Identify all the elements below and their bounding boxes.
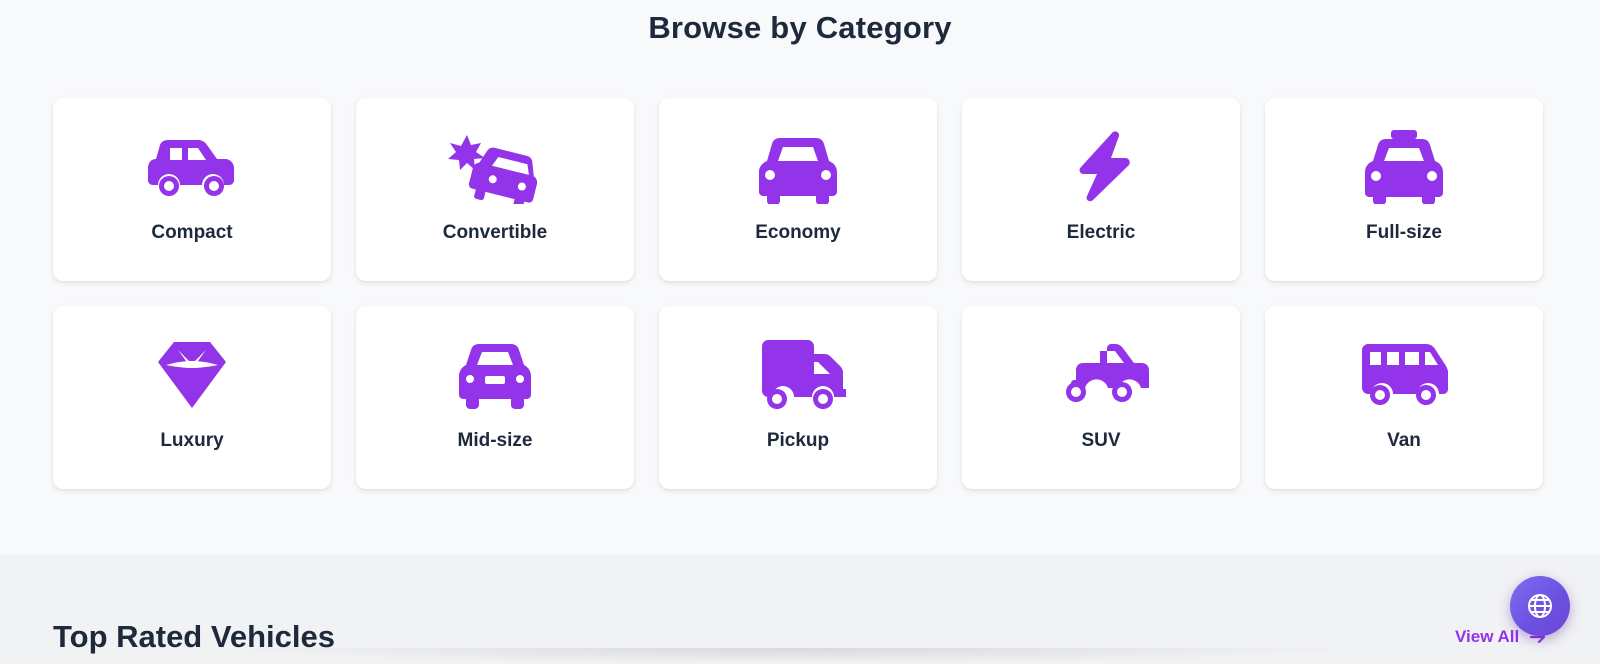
globe-icon [1528,594,1552,618]
category-label: Full-size [1365,222,1442,243]
category-label: Compact [151,222,233,243]
category-grid: Compact Convertible Economy Electric Ful… [53,98,1543,489]
category-label: Mid-size [457,430,533,451]
category-label: Economy [755,222,841,243]
category-card-luxury[interactable]: Luxury [53,306,331,489]
category-label: Van [1387,430,1421,451]
category-label: Luxury [160,430,224,451]
category-card-full-size[interactable]: Full-size [1265,98,1543,281]
view-all-label: View All [1455,627,1520,646]
category-card-convertible[interactable]: Convertible [356,98,634,281]
category-card-suv[interactable]: SUV [962,306,1240,489]
van-shuttle-icon [1265,338,1543,412]
category-card-pickup[interactable]: Pickup [659,306,937,489]
category-label: Convertible [442,222,548,243]
taxi-icon [1265,130,1543,204]
category-card-mid-size[interactable]: Mid-size [356,306,634,489]
category-card-economy[interactable]: Economy [659,98,937,281]
bolt-icon [962,130,1240,204]
category-label: SUV [1081,430,1121,451]
truck-icon [659,338,937,412]
car-side-icon [53,130,331,204]
car-crash-icon [356,130,634,204]
car-icon [659,130,937,204]
section-title: Browse by Category [648,10,952,45]
category-card-electric[interactable]: Electric [962,98,1240,281]
browse-by-category-section: Browse by Category Compact Convertible E… [0,0,1600,554]
truck-pickup-icon [962,338,1240,412]
card-shadow-edge [210,648,1370,664]
language-button[interactable] [1510,576,1570,636]
gem-icon [53,338,331,412]
category-card-van[interactable]: Van [1265,306,1543,489]
category-card-compact[interactable]: Compact [53,98,331,281]
category-label: Electric [1066,222,1136,243]
category-label: Pickup [766,430,830,451]
car-front-icon [356,338,634,412]
